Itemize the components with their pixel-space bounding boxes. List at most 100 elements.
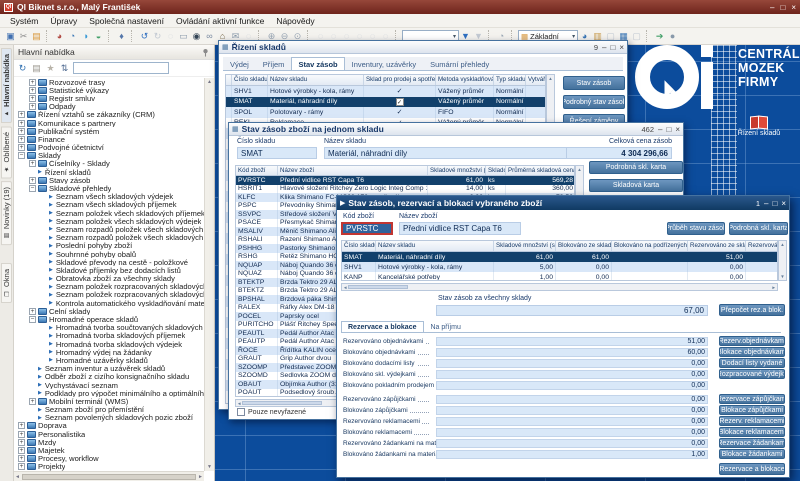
globe-blue-icon[interactable]: ◔: [66, 30, 79, 43]
table-row[interactable]: SHV1Hotové výrobky - kola, rámy5,000,000…: [342, 262, 777, 272]
close-icon[interactable]: ×: [781, 199, 786, 208]
tree-item-seznam-rozpadu-polozek-vsech-sklad[interactable]: ▶Seznam rozpadů položek všech skladových…: [14, 225, 204, 233]
tree-item-registr-smluv[interactable]: +Registr smluv: [14, 94, 204, 102]
tree-item-majetek[interactable]: +Majetek: [14, 446, 204, 454]
tree-item-obratovka-zbozi-za-vsechny-sklady[interactable]: ▶Obratovka zboží za všechny sklady: [14, 275, 204, 283]
button-blokace-zapujckami[interactable]: Blokace zápůjčkami: [719, 405, 785, 415]
scrollbar-thumb[interactable]: [242, 401, 322, 405]
tree-expand-icon[interactable]: +: [18, 422, 25, 429]
tree-item-publikacni-system[interactable]: +Publikační systém: [14, 127, 204, 135]
tree-expand-icon[interactable]: +: [29, 308, 36, 315]
scroll-up-icon[interactable]: ▲: [577, 167, 581, 172]
menu-item-ovladani-aktivni-funkce[interactable]: Ovládání aktivní funkce: [170, 15, 270, 27]
reservation-blocking-button[interactable]: Rezervace a blokace: [719, 463, 785, 475]
table-row[interactable]: SPOLPolotovary - rámy✓FIFONormální: [226, 107, 545, 118]
tree-item-seznam-polozek-rozpracovanych-skla[interactable]: ▶Seznam položek rozpracovaných skladovýc…: [14, 283, 204, 291]
tree-item-finance[interactable]: +Finance: [14, 135, 204, 143]
tree-item-statisticke-vykazy[interactable]: +Statistické výkazy: [14, 86, 204, 94]
sheet-gray-icon[interactable]: ▢: [630, 30, 643, 43]
warehouse-code-field[interactable]: SMAT: [237, 147, 317, 159]
tree-item-hromadne-operace-skladu[interactable]: −Hromadné operace skladů: [14, 315, 204, 323]
tab-prijem[interactable]: Příjem: [256, 57, 292, 70]
copy-icon[interactable]: ▣: [4, 30, 17, 43]
button-rezervace-zapujckami[interactable]: Rezervace zápůjčkami: [719, 394, 785, 404]
side-tab-novinky-19[interactable]: ▤Novinky (19): [1, 181, 12, 245]
minimize-icon[interactable]: –: [602, 43, 606, 52]
scroll-up-icon[interactable]: ▲: [207, 79, 212, 85]
side-tab-oblibene[interactable]: ★Oblíbené: [1, 126, 12, 178]
tree-item-stavy-zasob[interactable]: +Stavy zásob: [14, 176, 204, 184]
tree-item-skladove-prevody-na-ceste-polozkov[interactable]: ▶Skladové převody na cestě - položkové: [14, 258, 204, 266]
scroll-up-icon[interactable]: ▲: [548, 76, 552, 81]
undo-icon[interactable]: ↺: [138, 30, 151, 43]
menu-item-spolecna-nastaveni[interactable]: Společná nastavení: [83, 15, 170, 27]
tree-item-posledni-pohyby-zbozi[interactable]: ▶Poslední pohyby zboží: [14, 242, 204, 250]
menu-item-system[interactable]: Systém: [4, 15, 44, 27]
scrollbar-thumb[interactable]: [22, 474, 196, 480]
tree-item-souhrnne-pohyby-obalu[interactable]: ▶Souhrnné pohyby obalů: [14, 250, 204, 258]
tree-item-seznam-polozek-rozpracovanych-skla[interactable]: ▶Seznam položek rozpracovaných skladovýc…: [14, 291, 204, 299]
dot-icon[interactable]: ●: [666, 30, 679, 43]
button-prubeh-stavu-zasob[interactable]: Průběh stavu zásob: [667, 222, 725, 235]
table-row[interactable]: SMATMateriál, náhradní díly61,0061,0051,…: [342, 252, 777, 262]
tree-item-projekty[interactable]: +Projekty: [14, 463, 204, 471]
item-code-field[interactable]: PVRSTC: [341, 222, 393, 235]
button-rezervace-zadankami[interactable]: Rezervace žádankami: [719, 438, 785, 448]
sidebar-search-input[interactable]: [73, 62, 169, 74]
table-row[interactable]: SMATMateriál, náhradní díly✓Vážený průmě…: [226, 97, 545, 108]
tree-expand-icon[interactable]: +: [18, 136, 25, 143]
tree-item-skladove-prijemky-bez-dodacich-lis[interactable]: ▶Skladové příjemky bez dodacích listů: [14, 266, 204, 274]
tree-item-rozvozove-trasy[interactable]: +Rozvozové trasy: [14, 78, 204, 86]
desktop-icon-rizeni-skladu[interactable]: Řízení skladů: [727, 115, 791, 137]
button-blokace-reklamacemi[interactable]: Blokace reklamacemi: [719, 427, 785, 437]
button-podrobna-skl-karta[interactable]: Podrobná skl. karta: [589, 161, 683, 174]
stop-icon[interactable]: ◌: [164, 30, 177, 43]
button-dodaci-listy-vydane[interactable]: Dodací listy vydané: [719, 358, 785, 368]
close-icon[interactable]: ×: [619, 43, 624, 52]
scrollbar-thumb[interactable]: [348, 285, 408, 289]
tree-item-seznam-zbozi-pro-premisteni[interactable]: ▶Seznam zboží pro přemístění: [14, 406, 204, 414]
tree-item-skladove-prehledy[interactable]: −Skladové přehledy: [14, 184, 204, 192]
maximize-icon[interactable]: □: [772, 199, 777, 208]
find-icon[interactable]: ◉: [190, 30, 203, 43]
tree-item-doprava[interactable]: +Doprava: [14, 422, 204, 430]
tree-item-seznam-polozek-vsech-skladovych-vy[interactable]: ▶Seznam položek všech skladových výdejek: [14, 217, 204, 225]
tree-expand-icon[interactable]: +: [18, 128, 25, 135]
export-icon[interactable]: ➔: [653, 30, 666, 43]
menu-item-upravy[interactable]: Úpravy: [44, 15, 83, 27]
scroll-right-icon[interactable]: ►: [772, 285, 776, 290]
tree-item-kontrola-automatickeho-vyskladnova[interactable]: ▶Kontrola automatického vyskladňování ma…: [14, 299, 204, 307]
tree-item-mobilni-terminal-wms[interactable]: +Mobilní terminál (WMS): [14, 397, 204, 405]
tree-item-seznam-vsech-skladovych-vydejek[interactable]: ▶Seznam všech skladových výdejek: [14, 193, 204, 201]
scroll-left-icon[interactable]: ◄: [237, 401, 241, 406]
window3-titlebar[interactable]: ▶ Stav zásob, rezervací a blokací vybran…: [337, 196, 789, 210]
minimize-icon[interactable]: –: [764, 199, 768, 208]
tree-item-odpady[interactable]: +Odpady: [14, 103, 204, 111]
tree-expand-icon[interactable]: +: [29, 177, 36, 184]
tree-item-komunikace-s-partnery[interactable]: +Komunikace s partnery: [14, 119, 204, 127]
checkbox-icon[interactable]: [237, 408, 245, 416]
tab-sumarni-prehledy[interactable]: Sumární přehledy: [423, 57, 496, 70]
recalc-button[interactable]: Přepočet rez.a blok.: [719, 304, 785, 316]
tree-expand-icon[interactable]: +: [18, 455, 25, 462]
button-podrobna-skl-karta[interactable]: Podrobná skl. karta: [729, 222, 788, 235]
pin-icon[interactable]: [201, 48, 210, 57]
button-rozpracovane-vydejky[interactable]: Rozpracované výdejky: [719, 369, 785, 379]
tree-item-vychystavaci-seznam[interactable]: ▶Vychystávací seznam: [14, 381, 204, 389]
tree-item-personalistika[interactable]: +Personalistika: [14, 430, 204, 438]
only-active-checkbox[interactable]: Pouze nevyřazené: [237, 408, 306, 416]
warehouse-name-field[interactable]: Materiál, náhradní díly: [324, 147, 574, 159]
tree-item-podklady-pro-vypocet-minimalniho-a[interactable]: ▶Podklady pro výpočet minimálního a opti…: [14, 389, 204, 397]
table-row[interactable]: KANPKancelářské potřeby1,000,000,00: [342, 272, 777, 281]
sort-icon[interactable]: ⇅: [59, 63, 70, 74]
minimize-icon[interactable]: –: [770, 3, 774, 12]
item-name-field[interactable]: Přední vidlice RST Capa T6: [399, 222, 521, 235]
tree-item-seznam-povolenych-skladovych-pozic[interactable]: ▶Seznam povolených skladových pozic zbož…: [14, 414, 204, 422]
tree-expand-icon[interactable]: +: [18, 431, 25, 438]
tree-item-odber-zbozi-z-ciziho-konsignacniho[interactable]: ▶Odběr zboží z cizího konsignačního skla…: [14, 373, 204, 381]
button-blokace-zadankami[interactable]: Blokace žádankami: [719, 449, 785, 459]
tree-item-ciselniky-sklady[interactable]: +Číselníky - Sklady: [14, 160, 204, 168]
menu-item-napovedy[interactable]: Nápovědy: [270, 15, 320, 27]
tree-item-rizeni-vztahu-se-zakazniky-crm[interactable]: +Řízení vztahů se zákazníky (CRM): [14, 111, 204, 119]
tree-expand-icon[interactable]: +: [18, 120, 25, 127]
